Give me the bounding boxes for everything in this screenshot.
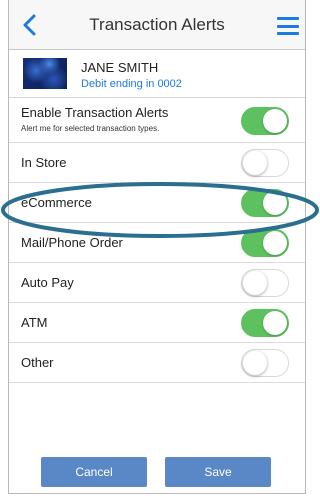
setting-label: In Store	[21, 155, 67, 170]
auto-pay-toggle[interactable]	[241, 269, 289, 297]
setting-row-auto-pay: Auto Pay	[9, 263, 305, 303]
save-button[interactable]: Save	[165, 457, 271, 487]
setting-label: Enable Transaction Alerts	[21, 105, 169, 120]
enable-alerts-toggle[interactable]	[241, 107, 289, 135]
action-footer: Cancel Save	[9, 449, 305, 493]
setting-label: eCommerce	[21, 195, 92, 210]
setting-label: Auto Pay	[21, 275, 74, 290]
phone-screen: Transaction Alerts JANE SMITH Debit endi…	[8, 0, 306, 494]
ecommerce-toggle[interactable]	[241, 189, 289, 217]
setting-row-mail-phone: Mail/Phone Order	[9, 223, 305, 263]
setting-row-atm: ATM	[9, 303, 305, 343]
setting-description: Alert me for selected transaction types.	[21, 124, 160, 133]
in-store-toggle[interactable]	[241, 149, 289, 177]
setting-label: Mail/Phone Order	[21, 235, 123, 250]
other-toggle[interactable]	[241, 349, 289, 377]
setting-row-other: Other	[9, 343, 305, 383]
page-title: Transaction Alerts	[89, 15, 225, 34]
account-subtitle: Debit ending in 0002	[81, 78, 182, 90]
setting-row-ecommerce: eCommerce	[9, 183, 305, 223]
cancel-button[interactable]: Cancel	[41, 457, 147, 487]
setting-label: ATM	[21, 315, 48, 330]
setting-row-in-store: In Store	[9, 143, 305, 183]
mail-phone-toggle[interactable]	[241, 229, 289, 257]
setting-label: Other	[21, 355, 54, 370]
account-card: JANE SMITH Debit ending in 0002	[9, 50, 305, 98]
card-image	[23, 58, 67, 89]
atm-toggle[interactable]	[241, 309, 289, 337]
menu-icon[interactable]	[277, 17, 299, 35]
setting-row-enable-alerts: Enable Transaction Alerts Alert me for s…	[9, 98, 305, 143]
settings-list: Enable Transaction Alerts Alert me for s…	[9, 98, 305, 383]
nav-header: Transaction Alerts	[9, 0, 305, 50]
account-holder-name: JANE SMITH	[81, 60, 159, 75]
